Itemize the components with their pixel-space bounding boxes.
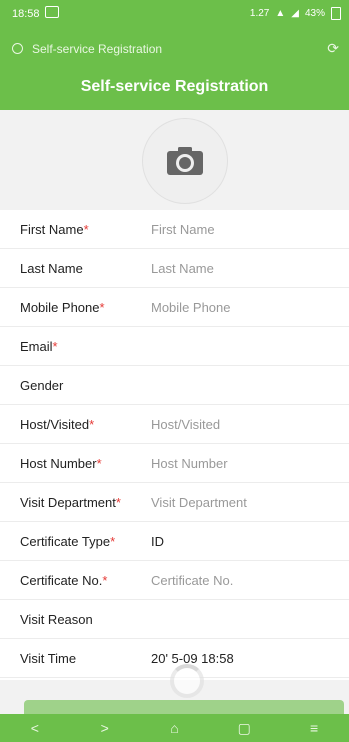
wifi-icon: ▲: [275, 8, 286, 19]
field-label: Host Number*: [20, 455, 102, 471]
refresh-icon[interactable]: ⟳: [327, 40, 339, 57]
menu-icon[interactable]: ≡: [289, 720, 339, 736]
notification-icon: [45, 6, 59, 18]
field-label: Email*: [20, 338, 58, 354]
status-time: 18:58: [12, 8, 40, 20]
field-label: Visit Time: [20, 650, 77, 666]
field-last-name[interactable]: Last Name Last Name: [0, 249, 349, 288]
camera-icon: [167, 147, 203, 175]
field-certificate-type[interactable]: Certificate Type* ID: [0, 522, 349, 561]
home-icon[interactable]: ⌂: [149, 720, 199, 736]
field-mobile-phone[interactable]: Mobile Phone* Mobile Phone: [0, 288, 349, 327]
photo-button[interactable]: [142, 118, 228, 204]
field-label: Certificate No.*: [20, 572, 108, 588]
battery-icon: [331, 7, 341, 20]
field-label: Visit Department*: [20, 494, 121, 510]
field-label: Certificate Type*: [20, 533, 116, 549]
back-icon[interactable]: <: [10, 720, 60, 736]
field-input[interactable]: Mobile Phone: [151, 300, 231, 315]
field-input[interactable]: ID: [151, 534, 164, 549]
field-first-name[interactable]: First Name* First Name: [0, 210, 349, 249]
field-host-number[interactable]: Host Number* Host Number: [0, 444, 349, 483]
status-bar: 18:58 1.27 ▲ ◢ 43%: [0, 0, 349, 34]
page-header: Self-service Registration: [0, 64, 349, 110]
forward-icon[interactable]: >: [80, 720, 130, 736]
status-right: 1.27 ▲ ◢ 43%: [250, 7, 341, 20]
field-input[interactable]: 20' 5-09 18:58: [151, 651, 234, 666]
page-title: Self-service Registration: [80, 78, 269, 95]
network-speed: 1.27: [249, 8, 270, 19]
field-label: Mobile Phone*: [20, 299, 105, 315]
field-label: Last Name: [20, 260, 83, 276]
field-input[interactable]: Last Name: [151, 261, 214, 276]
field-input[interactable]: Host/Visited: [151, 417, 220, 432]
field-input[interactable]: Certificate No.: [151, 573, 233, 588]
signal-icon: ◢: [291, 8, 299, 19]
field-gender[interactable]: Gender: [0, 366, 349, 405]
field-visit-reason[interactable]: Visit Reason: [0, 600, 349, 639]
field-label: Host/Visited*: [20, 416, 95, 432]
browser-title: Self-service Registration: [32, 42, 163, 56]
page-indicator-icon: [12, 43, 23, 54]
field-input[interactable]: Visit Department: [151, 495, 247, 510]
field-host-visited[interactable]: Host/Visited* Host/Visited: [0, 405, 349, 444]
field-certificate-no[interactable]: Certificate No.* Certificate No.: [0, 561, 349, 600]
tabs-icon[interactable]: ▢: [219, 720, 269, 737]
field-input[interactable]: Host Number: [151, 456, 228, 471]
bottom-nav: < > ⌂ ▢ ≡: [0, 714, 349, 742]
field-input[interactable]: First Name: [151, 222, 215, 237]
photo-area: [0, 110, 349, 210]
field-label: Gender: [20, 377, 64, 393]
field-visit-department[interactable]: Visit Department* Visit Department: [0, 483, 349, 522]
field-email[interactable]: Email*: [0, 327, 349, 366]
field-label: Visit Reason: [20, 611, 93, 627]
battery-percent: 43%: [304, 8, 325, 19]
browser-bar: Self-service Registration ⟳: [0, 34, 349, 64]
loading-spinner: [170, 664, 204, 698]
registration-form: First Name* First Name Last Name Last Na…: [0, 210, 349, 680]
field-label: First Name*: [20, 221, 89, 237]
